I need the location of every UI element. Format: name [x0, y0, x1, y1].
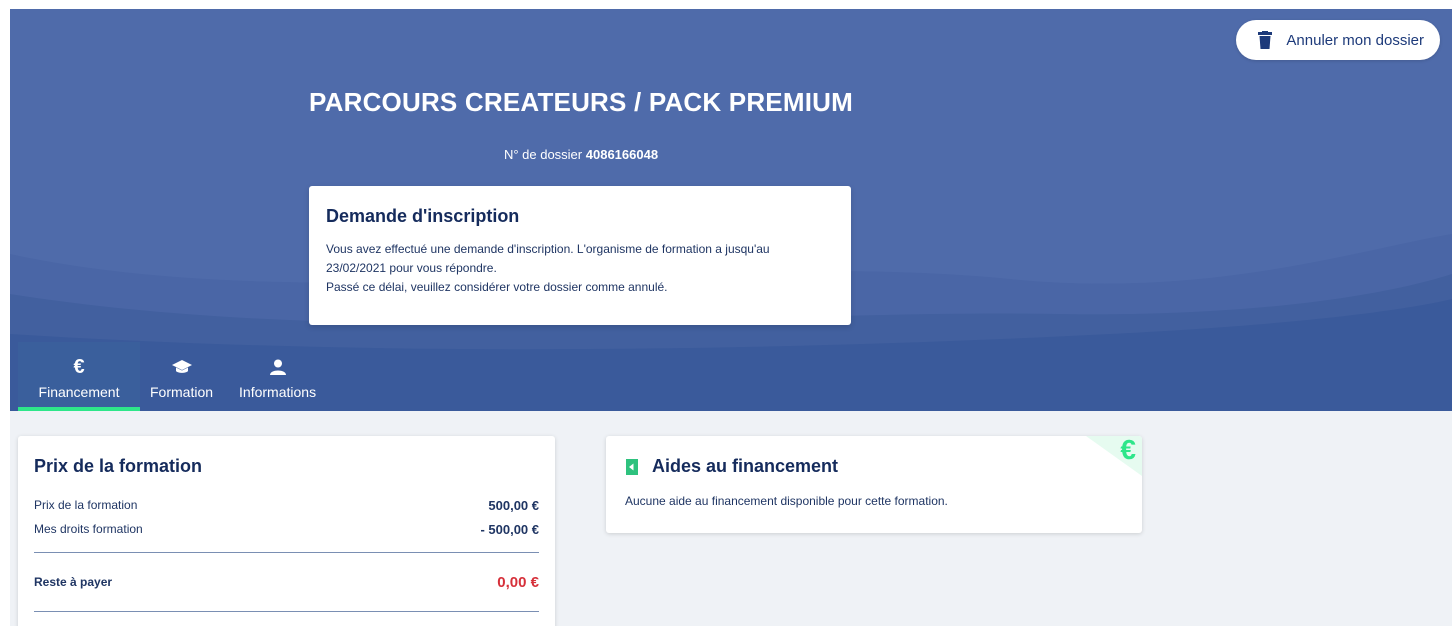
rights-row-label: Mes droits formation [34, 522, 143, 536]
price-card: Prix de la formation Prix de la formatio… [18, 436, 555, 626]
page-title: PARCOURS CREATEURS / PACK PREMIUM [309, 87, 853, 117]
graduation-cap-icon [171, 356, 192, 378]
dossier-number-line: N° de dossier 4086166048 [10, 147, 1152, 162]
tab-bar: € Financement Formation Informations [18, 342, 328, 411]
tab-formation[interactable]: Formation [140, 342, 227, 411]
cancel-dossier-button[interactable]: Annuler mon dossier [1236, 20, 1440, 60]
tab-label: Financement [38, 383, 120, 400]
tab-financement[interactable]: € Financement [18, 342, 140, 411]
total-amount: 0,00 € [497, 573, 539, 591]
aides-header: Aides au financement [626, 456, 1125, 477]
tab-informations[interactable]: Informations [227, 342, 328, 411]
price-row: Prix de la formation 500,00 € [34, 493, 539, 517]
aides-title: Aides au financement [652, 456, 839, 476]
euro-icon: € [1120, 436, 1136, 465]
bookmark-icon [626, 458, 638, 475]
total-label: Reste à payer [34, 575, 113, 589]
price-row-label: Prix de la formation [34, 498, 138, 512]
total-row: Reste à payer 0,00 € [34, 553, 539, 611]
main-content: Prix de la formation Prix de la formatio… [10, 411, 1452, 626]
aides-text: Aucune aide au financement disponible po… [625, 494, 948, 508]
dossier-number: 4086166048 [585, 147, 659, 162]
tab-label: Informations [239, 383, 317, 400]
divider [34, 611, 539, 612]
rights-row: Mes droits formation - 500,00 € [34, 517, 539, 541]
price-row-amount: 500,00 € [488, 497, 539, 513]
aides-card: € Aides au financement Aucune aide au fi… [606, 436, 1142, 533]
cancel-dossier-label: Annuler mon dossier [1286, 31, 1424, 49]
header-banner: Annuler mon dossier PARCOURS CREATEURS /… [10, 9, 1452, 411]
tab-label: Formation [150, 383, 214, 400]
rights-row-amount: - 500,00 € [480, 521, 539, 537]
notice-line-1: Vous avez effectué une demande d'inscrip… [326, 242, 770, 256]
euro-icon: € [73, 355, 85, 378]
notice-title: Demande d'inscription [326, 206, 520, 226]
dossier-label: N° de dossier [503, 147, 583, 162]
trash-icon [1258, 31, 1273, 49]
notice-line-3: Passé ce délai, veuillez considérer votr… [326, 280, 668, 294]
user-icon [269, 356, 286, 378]
price-card-title: Prix de la formation [34, 456, 203, 476]
registration-notice-card: Demande d'inscription Vous avez effectué… [309, 186, 851, 325]
notice-line-2: 23/02/2021 pour vous répondre. [326, 261, 497, 275]
